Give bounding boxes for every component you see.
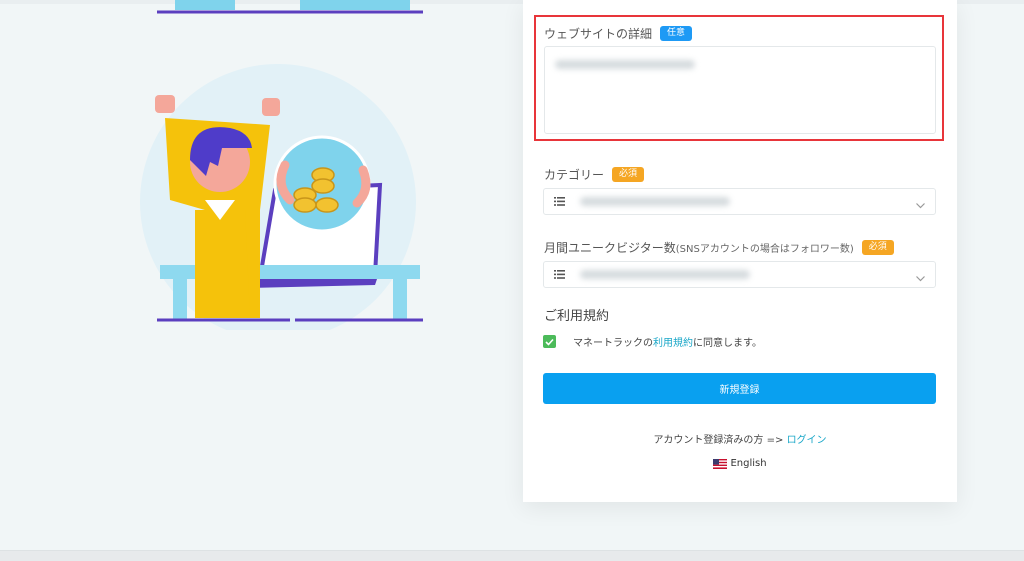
blurred-value: [555, 60, 695, 69]
website-details-textarea[interactable]: [544, 46, 936, 134]
visitors-label-text: 月間ユニークビジター数: [544, 241, 676, 255]
desk-leg-right: [393, 279, 407, 319]
register-button[interactable]: 新規登録: [543, 373, 936, 404]
check-icon: [545, 338, 554, 346]
blurred-value: [580, 270, 750, 279]
terms-text-after: に同意します。: [693, 338, 762, 349]
terms-link[interactable]: 利用規約: [653, 334, 693, 349]
login-link[interactable]: ログイン: [787, 435, 827, 446]
visitors-label: 月間ユニークビジター数 (SNSアカウントの場合はフォロワー数) 必須: [544, 239, 894, 256]
login-prompt: アカウント登録済みの方 =>: [653, 435, 787, 446]
visitors-select[interactable]: [543, 261, 936, 288]
bottom-strip: [0, 550, 1024, 561]
visitors-note: (SNSアカウントの場合はフォロワー数): [675, 244, 854, 255]
list-icon: [544, 270, 574, 279]
website-details-label: ウェブサイトの詳細 任意: [544, 25, 693, 42]
terms-row: マネートラックの 利用規約 に同意します。: [543, 334, 762, 349]
category-label-text: カテゴリー: [544, 168, 605, 182]
illustration-top-shape: [300, 0, 410, 10]
desk-leg-left: [173, 279, 187, 319]
list-icon: [544, 197, 574, 206]
category-label: カテゴリー 必須: [544, 166, 645, 183]
signup-illustration: [140, 0, 423, 330]
chevron-down-icon: [915, 196, 926, 215]
optional-badge: 任意: [660, 26, 693, 41]
required-badge: 必須: [612, 167, 645, 182]
required-badge: 必須: [861, 240, 894, 255]
terms-text-before: マネートラックの: [573, 338, 653, 349]
website-details-label-text: ウェブサイトの詳細: [544, 27, 653, 41]
signup-form-card: ウェブサイトの詳細 任意 カテゴリー 必須 月間ユニークビジター数 (SNSアカ…: [523, 0, 957, 502]
us-flag-icon: [713, 458, 728, 469]
blurred-value: [580, 197, 730, 206]
language-switch[interactable]: English: [523, 458, 957, 469]
language-label: English: [730, 458, 767, 469]
illustration-top-shape: [175, 0, 235, 10]
login-row: アカウント登録済みの方 => ログイン: [523, 431, 957, 446]
chevron-down-icon: [915, 269, 926, 288]
terms-checkbox[interactable]: [543, 335, 556, 348]
category-select[interactable]: [543, 188, 936, 215]
terms-title: ご利用規約: [544, 309, 610, 324]
